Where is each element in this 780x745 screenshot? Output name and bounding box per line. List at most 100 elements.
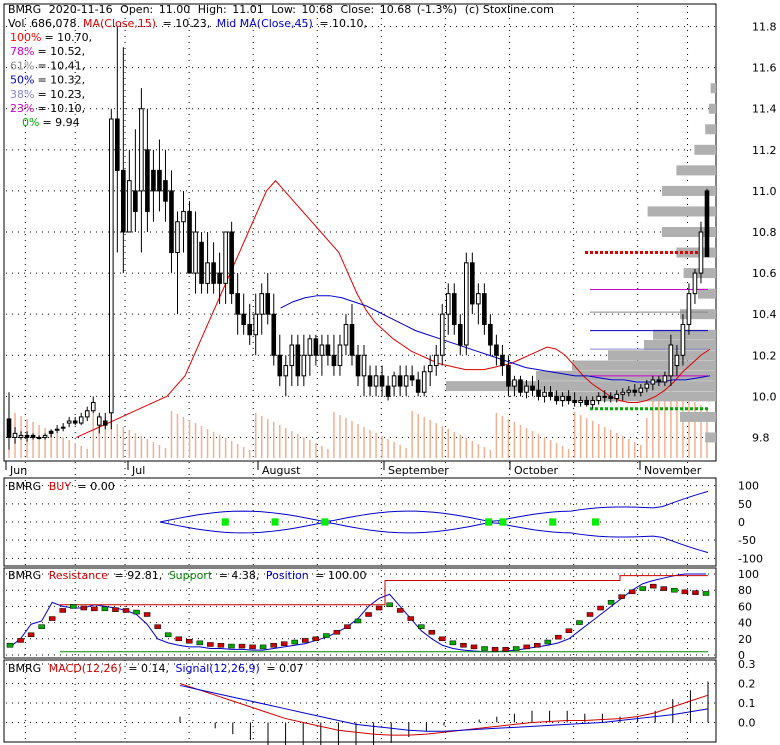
candle-body (289, 344, 295, 367)
fib-legend-row: 78% = 10.52, (10, 45, 85, 58)
candle-body (680, 323, 686, 356)
volume-profile-bar (680, 309, 716, 320)
candle-body (72, 420, 78, 424)
candle-body (277, 354, 283, 377)
candle-body (548, 391, 553, 397)
position-marker (249, 644, 256, 650)
price-tick-label: 10.6 (752, 267, 777, 280)
position-marker (207, 642, 214, 647)
position-marker (491, 647, 499, 652)
candle-body (674, 354, 680, 367)
candle-body (379, 375, 385, 387)
position-marker (70, 604, 77, 609)
price-tick-label: 10.0 (752, 390, 777, 403)
position-marker (418, 624, 425, 629)
position-marker (576, 620, 583, 625)
candle-body (211, 262, 216, 284)
candle-body (187, 210, 192, 274)
candle-body (169, 190, 174, 254)
position-marker (344, 624, 351, 629)
macd-panel-title: BMRG MACD(12,26) = 0.14, Signal(12,26,9)… (8, 662, 304, 675)
candle-body (692, 272, 698, 295)
volume-profile-bar (705, 124, 716, 135)
candle-body (512, 379, 517, 387)
candle-body (500, 354, 505, 367)
position-marker (333, 630, 341, 635)
candle-body (247, 323, 252, 336)
position-marker (143, 612, 151, 617)
position-marker (671, 587, 678, 593)
candle-body (343, 323, 349, 346)
position-marker (112, 607, 119, 612)
volume-profile-bar (694, 144, 716, 155)
candle-body (488, 323, 493, 346)
candle-body (626, 389, 632, 393)
position-marker (375, 605, 383, 611)
candle-body (451, 293, 457, 325)
indicator-line: Vol 686,078 MA(Close,15) = 10.23, Mid MA… (8, 17, 367, 30)
candle-body (445, 293, 451, 315)
price-tick-label: 11.2 (752, 144, 777, 157)
position-marker (80, 605, 88, 611)
candle-body (367, 375, 373, 387)
position-marker (228, 643, 235, 649)
candle-body (121, 169, 126, 233)
candle-body (331, 354, 337, 367)
macd-tick-label: 0.1 (738, 697, 756, 710)
buy-marker (499, 518, 507, 526)
date-label: November (644, 464, 702, 477)
position-marker (175, 636, 182, 642)
candle-body (608, 395, 614, 399)
candle-body (464, 262, 469, 346)
position-marker (101, 606, 109, 612)
volume-profile-bar (644, 340, 716, 350)
candle-body (644, 383, 650, 389)
candle-body (295, 344, 301, 377)
candle-body (560, 395, 565, 401)
candle-body (530, 385, 535, 391)
position-marker (460, 643, 467, 648)
candle-body (48, 430, 54, 434)
date-label: September (388, 464, 449, 477)
position-marker (38, 624, 45, 629)
position-marker (523, 644, 530, 650)
buy-marker (271, 518, 279, 526)
candle-body (78, 416, 84, 424)
candle-body (704, 190, 710, 258)
position-marker (196, 640, 204, 646)
position-marker (618, 594, 625, 599)
candle-body (349, 323, 355, 356)
fib-legend-row: 38% = 10.23, (10, 88, 85, 101)
position-marker (628, 589, 636, 595)
candle-body (102, 420, 108, 426)
candle-body (602, 395, 608, 398)
position-marker (586, 612, 594, 617)
volume-profile-bar (572, 360, 716, 371)
position-marker (512, 646, 520, 651)
date-label: Jun (9, 464, 27, 477)
buy-panel-title: BMRG BUY = 0.00 (8, 480, 115, 493)
position-marker (428, 630, 436, 635)
candle-body (391, 375, 397, 387)
position-marker (17, 638, 24, 643)
buy-marker (321, 518, 329, 526)
candle-body (193, 231, 198, 274)
candle-body (259, 293, 265, 315)
candle-body (337, 344, 343, 367)
position-marker (302, 638, 309, 643)
position-marker (323, 633, 330, 638)
candle-body (253, 313, 259, 336)
candle-body (36, 436, 42, 439)
res-tick-label: 20 (738, 633, 752, 646)
position-marker (91, 606, 98, 612)
candle-body (127, 180, 132, 233)
stock-chart: 9.8 10.0 10.2 10.4 10.6 10.8 11.0 11.2 11.4 11.6 1… (3, 3, 777, 745)
position-marker (692, 590, 699, 595)
candle-body (457, 323, 463, 346)
candle-body (361, 354, 367, 377)
candle-body (686, 293, 692, 325)
candle-body (403, 375, 409, 387)
res-tick-label: 40 (738, 617, 752, 630)
position-marker (48, 616, 56, 621)
macd-tick-label: 0.2 (738, 677, 756, 690)
